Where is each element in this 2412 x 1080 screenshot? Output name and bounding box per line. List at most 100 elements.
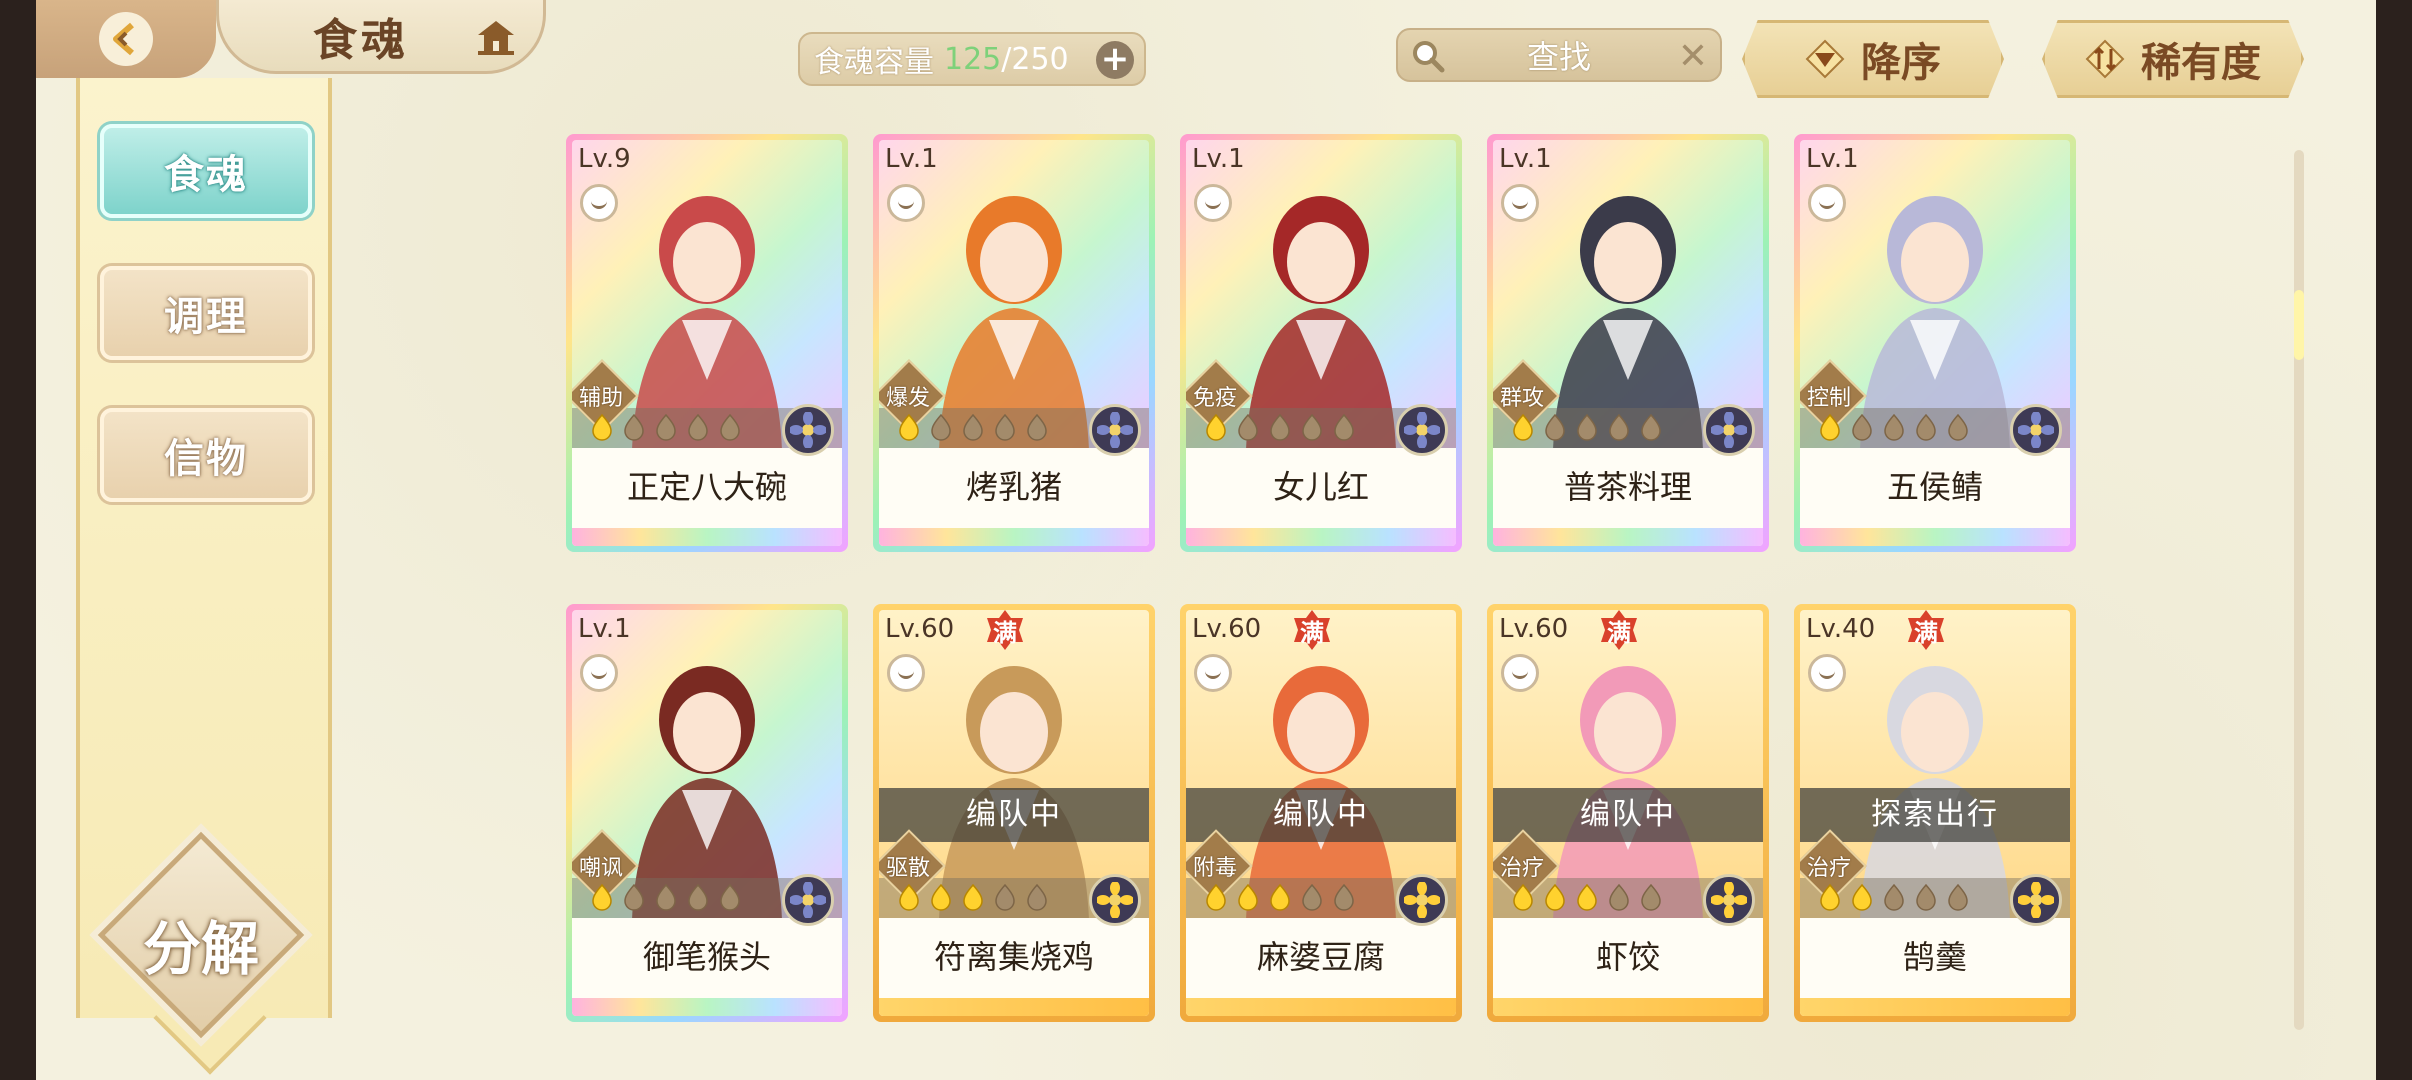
star-icon bbox=[1509, 882, 1537, 912]
element-icon bbox=[1089, 404, 1141, 456]
scrollbar[interactable] bbox=[2294, 150, 2304, 1030]
star-rating bbox=[588, 412, 744, 442]
level-label: Lv.60 bbox=[885, 614, 955, 644]
star-icon bbox=[1848, 412, 1876, 442]
food-soul-card[interactable]: Lv.1 控制 五侯鲭 bbox=[1794, 134, 2076, 552]
star-rating bbox=[1816, 412, 1972, 442]
name-plate: 鹄羹 bbox=[1800, 918, 2070, 1016]
max-level-text: 满 bbox=[1914, 618, 1938, 647]
star-icon bbox=[716, 412, 744, 442]
bowl-icon bbox=[1501, 654, 1539, 692]
name-plate: 虾饺 bbox=[1493, 918, 1763, 1016]
left-border bbox=[0, 0, 36, 1080]
max-level-badge: 满 bbox=[1597, 610, 1641, 652]
star-rating bbox=[1202, 882, 1358, 912]
back-button[interactable] bbox=[36, 0, 216, 78]
capacity-current: 125 bbox=[944, 41, 1002, 77]
level-label: Lv.1 bbox=[1499, 144, 1552, 174]
sort-order-button[interactable]: 降序 bbox=[1742, 20, 2004, 98]
star-rating bbox=[895, 882, 1051, 912]
food-soul-card[interactable]: Lv.9 辅助 正定八大碗 bbox=[566, 134, 848, 552]
status-banner: 编队中 bbox=[1493, 788, 1763, 842]
sort-key-button[interactable]: 稀有度 bbox=[2042, 20, 2304, 98]
clear-search-icon[interactable]: ✕ bbox=[1678, 36, 1708, 77]
food-soul-name: 鹄羹 bbox=[1902, 938, 1967, 976]
element-icon bbox=[2010, 874, 2062, 926]
level-label: Lv.9 bbox=[578, 144, 631, 174]
food-soul-card[interactable]: Lv.1 爆发 烤乳猪 bbox=[873, 134, 1155, 552]
star-icon bbox=[1023, 412, 1051, 442]
star-icon bbox=[652, 412, 680, 442]
element-icon bbox=[1703, 404, 1755, 456]
bowl-icon bbox=[887, 184, 925, 222]
element-icon bbox=[1396, 874, 1448, 926]
status-banner: 探索出行 bbox=[1800, 788, 2070, 842]
food-soul-card[interactable]: Lv.1 群攻 普茶料理 bbox=[1487, 134, 1769, 552]
element-icon bbox=[782, 404, 834, 456]
star-icon bbox=[1944, 882, 1972, 912]
sidebar-item-cultivate[interactable]: 调理 bbox=[100, 266, 312, 360]
capacity-separator: / bbox=[1001, 41, 1012, 77]
star-icon bbox=[1605, 882, 1633, 912]
search-box[interactable]: 查找 ✕ bbox=[1396, 28, 1722, 82]
level-label: Lv.60 bbox=[1192, 614, 1262, 644]
element-icon bbox=[1703, 874, 1755, 926]
card-inner: Lv.1 群攻 普茶料理 bbox=[1493, 140, 1763, 546]
food-soul-card[interactable]: Lv.60 满编队中 驱散 符离集烧鸡 bbox=[873, 604, 1155, 1022]
decompose-label: 分解 bbox=[142, 915, 259, 983]
scroll-thumb[interactable] bbox=[2294, 290, 2304, 360]
name-plate: 女儿红 bbox=[1186, 448, 1456, 546]
right-border bbox=[2376, 0, 2412, 1080]
max-level-text: 满 bbox=[1300, 618, 1324, 647]
card-inner: Lv.60 满编队中 附毒 麻婆豆腐 bbox=[1186, 610, 1456, 1016]
food-soul-card[interactable]: Lv.60 满编队中 附毒 麻婆豆腐 bbox=[1180, 604, 1462, 1022]
card-inner: Lv.1 嘲讽 御笔猴头 bbox=[572, 610, 842, 1016]
star-icon bbox=[1023, 882, 1051, 912]
sidebar-item-tokens[interactable]: 信物 bbox=[100, 408, 312, 502]
role-badge: 爆发 bbox=[879, 376, 941, 416]
card-inner: Lv.1 爆发 烤乳猪 bbox=[879, 140, 1149, 546]
food-soul-card[interactable]: Lv.1 免疫女儿红 bbox=[1180, 134, 1462, 552]
element-icon bbox=[1396, 404, 1448, 456]
star-icon bbox=[588, 412, 616, 442]
sort-order-label: 降序 bbox=[1861, 40, 1941, 86]
star-icon bbox=[1330, 882, 1358, 912]
role-badge: 附毒 bbox=[1186, 846, 1248, 886]
capacity-display: 食魂容量 125 / 250 + bbox=[798, 32, 1146, 86]
name-plate: 烤乳猪 bbox=[879, 448, 1149, 546]
max-level-badge: 满 bbox=[983, 610, 1027, 652]
status-banner: 编队中 bbox=[879, 788, 1149, 842]
bowl-icon bbox=[1501, 184, 1539, 222]
sidebar-item-food-souls[interactable]: 食魂 bbox=[100, 124, 312, 218]
search-input[interactable]: 查找 bbox=[1398, 32, 1720, 78]
star-icon bbox=[1509, 412, 1537, 442]
add-capacity-button[interactable]: + bbox=[1096, 41, 1134, 79]
food-soul-card[interactable]: Lv.60 满编队中 治疗 虾饺 bbox=[1487, 604, 1769, 1022]
star-rating bbox=[1509, 412, 1665, 442]
food-soul-name: 符离集烧鸡 bbox=[933, 938, 1094, 976]
max-level-badge: 满 bbox=[1290, 610, 1334, 652]
level-label: Lv.1 bbox=[1192, 144, 1245, 174]
card-inner: Lv.1 免疫女儿红 bbox=[1186, 140, 1456, 546]
element-icon bbox=[1089, 874, 1141, 926]
food-soul-name: 正定八大碗 bbox=[626, 468, 787, 506]
card-inner: Lv.40 满探索出行 治疗 鹄羹 bbox=[1800, 610, 2070, 1016]
food-soul-card[interactable]: Lv.1 嘲讽 御笔猴头 bbox=[566, 604, 848, 1022]
star-icon bbox=[1637, 412, 1665, 442]
level-label: Lv.1 bbox=[578, 614, 631, 644]
bowl-icon bbox=[580, 184, 618, 222]
home-icon[interactable] bbox=[471, 12, 521, 62]
card-inner: Lv.60 满编队中 治疗 虾饺 bbox=[1493, 610, 1763, 1016]
bowl-icon bbox=[887, 654, 925, 692]
name-plate: 普茶料理 bbox=[1493, 448, 1763, 546]
food-soul-card[interactable]: Lv.40 满探索出行 治疗 鹄羹 bbox=[1794, 604, 2076, 1022]
star-icon bbox=[895, 412, 923, 442]
role-badge: 免疫 bbox=[1186, 376, 1248, 416]
star-icon bbox=[1234, 412, 1262, 442]
food-soul-name: 普茶料理 bbox=[1563, 468, 1692, 506]
food-soul-name: 烤乳猪 bbox=[965, 468, 1062, 506]
name-plate: 御笔猴头 bbox=[572, 918, 842, 1016]
star-icon bbox=[1202, 882, 1230, 912]
title-tab: 食魂 bbox=[216, 0, 546, 74]
star-icon bbox=[1912, 412, 1940, 442]
